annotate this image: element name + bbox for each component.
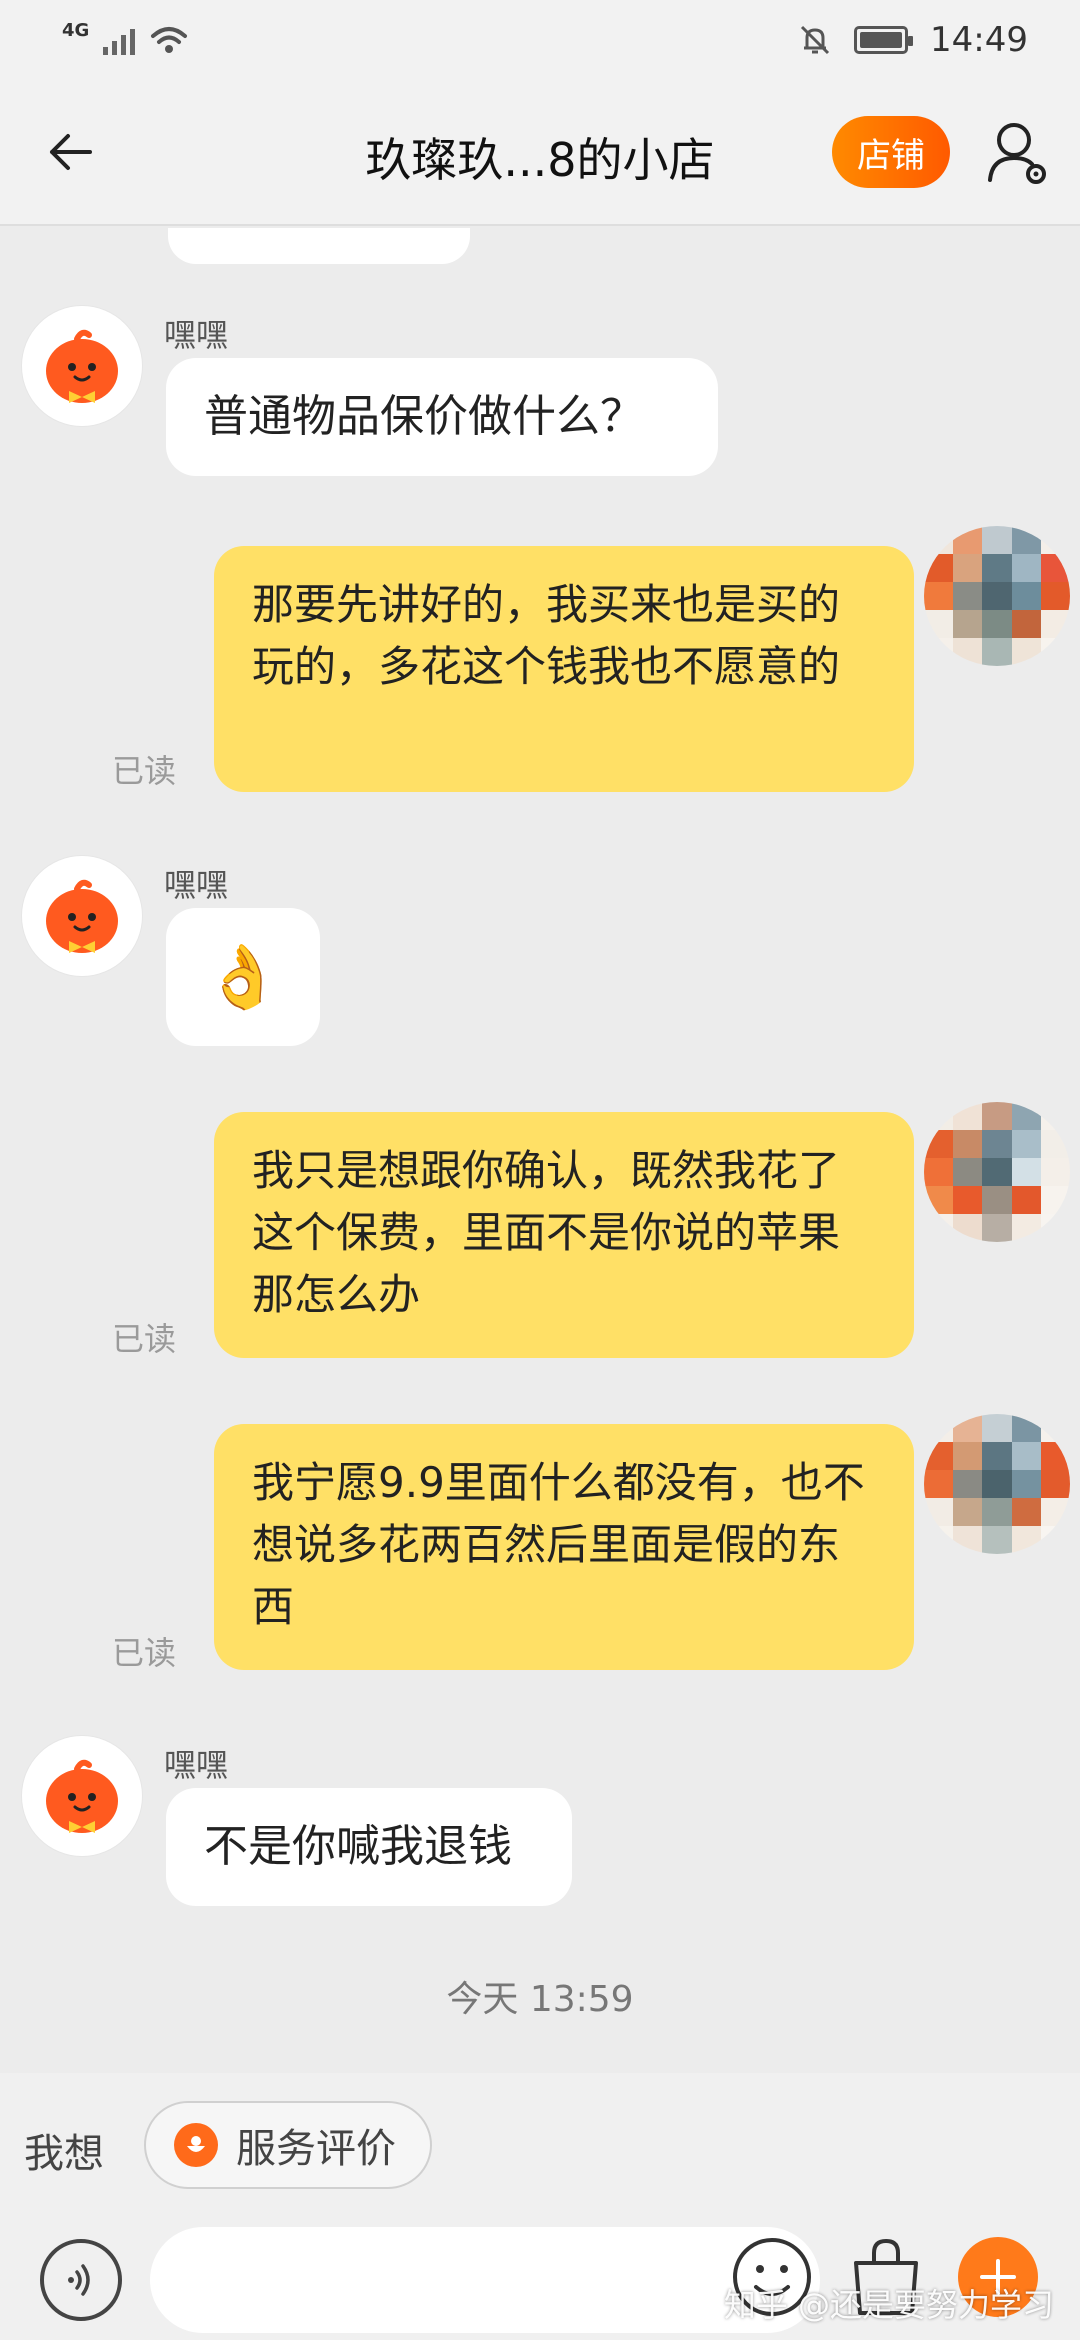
- sender-name: 嘿嘿: [164, 316, 229, 354]
- ok-hand-emoji: 👌: [204, 940, 282, 1013]
- read-status: 已读: [112, 1320, 177, 1358]
- pixelated-avatar-icon: [924, 1102, 1070, 1242]
- message-bubble-incoming[interactable]: 不是你喊我退钱: [166, 1788, 572, 1906]
- input-bar: 知乎 @还是要努力学习: [0, 2219, 1080, 2340]
- orange-mascot-icon: [46, 879, 118, 953]
- seller-avatar[interactable]: [22, 1736, 142, 1856]
- orange-mascot-icon: [46, 1759, 118, 1833]
- message-bubble-outgoing[interactable]: 我宁愿9.9里面什么都没有，也不想说多花两百然后里面是假的东西: [214, 1424, 914, 1670]
- voice-icon: [68, 2264, 90, 2296]
- sender-name: 嘿嘿: [164, 1746, 229, 1784]
- orange-mascot-icon: [46, 329, 118, 403]
- read-status: 已读: [112, 752, 177, 790]
- message-bubble-partial: [168, 228, 470, 264]
- emoji-message-bubble[interactable]: 👌: [166, 908, 320, 1046]
- profile-settings-button[interactable]: [986, 120, 1050, 188]
- status-left: 4G: [62, 20, 189, 56]
- chip-label: 服务评价: [236, 2126, 396, 2172]
- read-status: 已读: [112, 1634, 177, 1672]
- status-bar: 4G 14:49: [0, 0, 1080, 80]
- user-avatar[interactable]: [924, 1102, 1070, 1242]
- battery-icon: [854, 26, 914, 54]
- seller-avatar[interactable]: [22, 856, 142, 976]
- user-settings-icon: [988, 123, 1046, 184]
- top-nav: 玖璨玖...8的小店 店铺: [0, 80, 1080, 226]
- watermark-text: 知乎 @还是要努力学习: [723, 2286, 1054, 2324]
- status-right: 14:49: [798, 20, 1028, 60]
- service-review-chip[interactable]: 服务评价: [144, 2101, 432, 2189]
- message-timestamp: 今天 13:59: [446, 1979, 634, 2020]
- message-bubble-outgoing[interactable]: 我只是想跟你确认，既然我花了这个保费，里面不是你说的苹果那怎么办: [214, 1112, 914, 1358]
- chat-title: 玖璨玖...8的小店: [365, 133, 715, 187]
- shop-button[interactable]: 店铺: [832, 116, 950, 188]
- user-avatar[interactable]: [924, 1414, 1070, 1554]
- status-time: 14:49: [930, 20, 1028, 60]
- mute-bell-icon: [800, 25, 830, 55]
- wifi-icon: [151, 27, 188, 53]
- arrow-left-icon: [50, 134, 92, 170]
- network-type: 4G: [62, 19, 90, 41]
- sender-name: 嘿嘿: [164, 866, 229, 904]
- back-button[interactable]: [40, 122, 100, 182]
- pixelated-avatar-icon: [924, 1414, 1070, 1554]
- seller-avatar[interactable]: [22, 306, 142, 426]
- chat-area[interactable]: 嘿嘿 普通物品保价做什么？ 那要先讲好的，我买来也是买的玩的，多花这个钱我也不愿…: [0, 228, 1080, 2073]
- flower-icon: [174, 2123, 218, 2167]
- quick-label: 我想: [24, 2131, 104, 2177]
- quick-actions-bar: 我想 服务评价: [0, 2073, 1080, 2219]
- message-bubble-outgoing[interactable]: 那要先讲好的，我买来也是买的玩的，多花这个钱我也不愿意的: [214, 546, 914, 792]
- message-input[interactable]: [150, 2227, 820, 2333]
- signal-icon: [103, 25, 136, 55]
- pixelated-avatar-icon: [924, 526, 1070, 666]
- message-bubble-incoming[interactable]: 普通物品保价做什么？: [166, 358, 718, 476]
- voice-button[interactable]: [40, 2239, 122, 2321]
- user-avatar[interactable]: [924, 526, 1070, 666]
